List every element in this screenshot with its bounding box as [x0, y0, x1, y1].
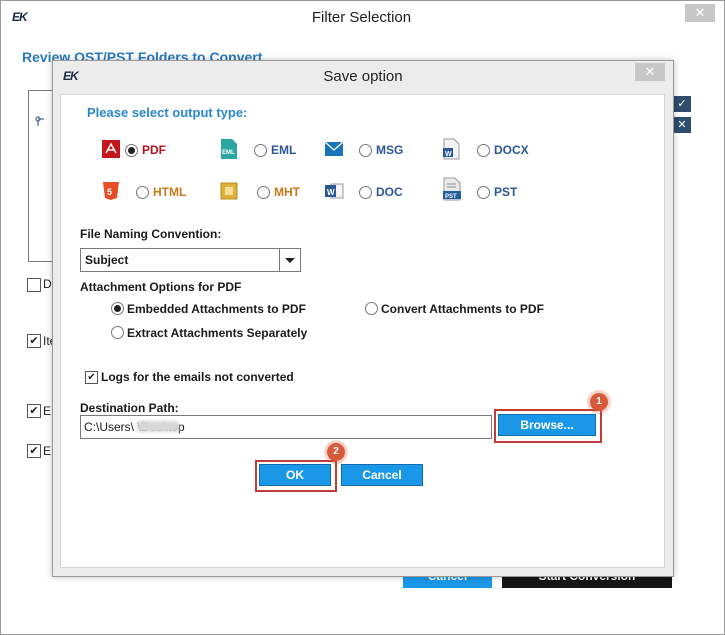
- dialog-title: Save option: [323, 68, 403, 85]
- select-all-button[interactable]: ✓: [673, 96, 691, 112]
- logs-checkbox[interactable]: ✔: [85, 371, 98, 384]
- format-label-doc: DOC: [376, 185, 403, 199]
- outer-checkbox-date[interactable]: [27, 278, 41, 292]
- docx-icon: W: [441, 138, 461, 160]
- format-radio-msg[interactable]: [359, 144, 372, 157]
- save-option-dialog: EK Save option ✕ Please select output ty…: [52, 60, 674, 577]
- mht-icon: [219, 181, 239, 201]
- outer-checkbox-exclude-2[interactable]: ✔: [27, 444, 41, 458]
- format-label-pst: PST: [494, 185, 518, 199]
- format-label-html: HTML: [153, 185, 187, 199]
- step-marker-2: 2: [327, 443, 345, 461]
- svg-text:EML: EML: [222, 150, 235, 156]
- format-radio-pst[interactable]: [477, 186, 490, 199]
- svg-text:PST: PST: [445, 194, 457, 200]
- eml-icon: EML: [219, 139, 239, 159]
- extract-attachments-label: Extract Attachments Separately: [127, 326, 308, 340]
- redacted-username: [137, 421, 179, 432]
- format-radio-doc[interactable]: [359, 186, 372, 199]
- radio-embedded-attachments[interactable]: [111, 302, 124, 315]
- html-icon: 5: [101, 181, 121, 201]
- attachment-options-label: Attachment Options for PDF: [80, 280, 242, 294]
- doc-icon: W: [324, 181, 344, 201]
- chevron-down-icon[interactable]: [279, 249, 300, 271]
- radio-extract-attachments[interactable]: [111, 326, 124, 339]
- dialog-body: Please select output type: PDF EML EML M…: [60, 94, 665, 568]
- pst-icon: PST: [441, 177, 461, 201]
- format-radio-html[interactable]: [136, 186, 149, 199]
- format-radio-eml[interactable]: [254, 144, 267, 157]
- destination-path-input[interactable]: C:\Users\ \Desktop: [80, 415, 492, 439]
- pdf-icon: [101, 139, 121, 159]
- naming-convention-label: File Naming Convention:: [80, 227, 222, 241]
- convert-attachments-label: Convert Attachments to PDF: [381, 302, 544, 316]
- logs-label: Logs for the emails not converted: [101, 370, 294, 384]
- naming-convention-value: Subject: [85, 253, 129, 267]
- format-label-msg: MSG: [376, 143, 404, 157]
- format-label-docx: DOCX: [494, 143, 529, 157]
- format-label-mht: MHT: [274, 185, 300, 199]
- cancel-button[interactable]: Cancel: [341, 464, 423, 486]
- dialog-close-button[interactable]: ✕: [635, 63, 665, 81]
- format-radio-mht[interactable]: [257, 186, 270, 199]
- svg-text:W: W: [327, 188, 335, 197]
- browse-button[interactable]: Browse...: [498, 414, 596, 436]
- radio-convert-attachments[interactable]: [365, 302, 378, 315]
- outer-checkbox-items[interactable]: ✔: [27, 334, 41, 348]
- svg-text:W: W: [445, 151, 452, 158]
- outer-window-title: Filter Selection: [311, 9, 412, 26]
- step-marker-1: 1: [590, 393, 608, 411]
- msg-icon: [324, 139, 344, 159]
- outer-close-button[interactable]: ✕: [685, 4, 715, 22]
- embedded-attachments-label: Embedded Attachments to PDF: [127, 302, 306, 316]
- outer-checkbox-exclude-1[interactable]: ✔: [27, 404, 41, 418]
- format-radio-docx[interactable]: [477, 144, 490, 157]
- svg-text:5: 5: [107, 187, 112, 197]
- format-label-eml: EML: [271, 143, 297, 157]
- output-type-title: Please select output type:: [87, 105, 248, 120]
- format-radio-pdf[interactable]: [125, 144, 138, 157]
- naming-convention-select[interactable]: Subject: [80, 248, 301, 272]
- destination-path-label: Destination Path:: [80, 401, 179, 415]
- format-label-pdf: PDF: [142, 143, 166, 157]
- deselect-all-button[interactable]: ✕: [673, 117, 691, 133]
- ok-button[interactable]: OK: [259, 464, 331, 486]
- tree-key-icon: [35, 116, 44, 126]
